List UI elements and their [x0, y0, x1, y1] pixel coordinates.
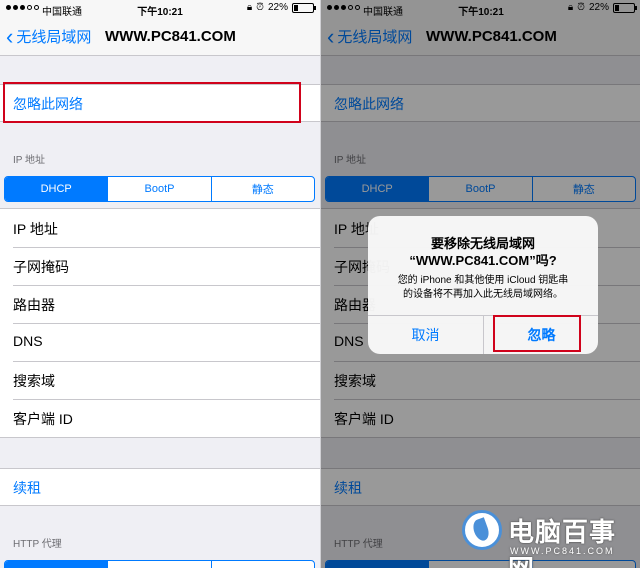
row-label-client-id: 客户端 ID [13, 411, 73, 427]
status-bar: 中国联通 下午10:21 🔒︎ ⏰︎ 22% [0, 0, 320, 18]
row-label-subnet-mask: 子网掩码 [13, 259, 69, 275]
renew-lease-button[interactable]: 续租 [13, 478, 41, 498]
navigation-bar: ‹ 无线局域网 WWW.PC841.COM [0, 18, 320, 56]
row-label-dns: DNS [13, 333, 43, 349]
watermark-url: WWW.PC841.COM [510, 546, 615, 556]
cancel-button[interactable]: 取消 [368, 315, 483, 354]
row-label-router: 路由器 [13, 297, 55, 313]
highlight-box [493, 315, 581, 352]
list-item: 子网掩码 [0, 247, 320, 285]
chevron-left-icon: ‹ [6, 23, 14, 49]
alert-message: 您的 iPhone 和其他使用 iCloud 钥匙串 [397, 275, 569, 286]
page-title: WWW.PC841.COM [105, 28, 236, 45]
back-label: 无线局域网 [16, 29, 92, 46]
row-label-search-domains: 搜索域 [13, 373, 55, 389]
http-proxy-segmented-control[interactable] [4, 560, 315, 568]
back-button[interactable]: ‹ 无线局域网 [6, 23, 92, 49]
ip-details-list: IP 地址 子网掩码 路由器 DNS 搜索域 客户端 ID [0, 208, 320, 438]
list-item: 客户端 ID [0, 399, 320, 437]
watermark: 电脑百事网 WWW.PC841.COM [462, 506, 634, 568]
tab-static[interactable]: 静态 [212, 177, 314, 201]
alert-title-network: “WWW.PC841.COM”吗? [409, 253, 557, 268]
battery-icon [292, 2, 316, 13]
renew-lease-cell[interactable]: 续租 [0, 468, 320, 506]
http-proxy-header: HTTP 代理 [13, 539, 62, 550]
list-item: IP 地址 [0, 209, 320, 247]
tab-bootp[interactable]: BootP [108, 177, 212, 201]
lock-rotation-icon: 🔒︎ [246, 2, 253, 13]
list-item: DNS [0, 323, 320, 361]
highlight-box [3, 82, 301, 123]
list-item: 搜索域 [0, 361, 320, 399]
ip-section-header: IP 地址 [13, 155, 46, 166]
tab-dhcp[interactable]: DHCP [5, 177, 109, 201]
watermark-text: 电脑百事网 [508, 517, 617, 568]
alarm-clock-icon: ⏰︎ [256, 2, 264, 13]
site-logo-icon [462, 510, 502, 550]
ip-mode-segmented-control[interactable]: DHCP BootP 静态 [4, 176, 315, 202]
alert-message-continued: 的设备将不再加入此无线局域网络。 [403, 289, 563, 300]
list-item: 路由器 [0, 285, 320, 323]
settings-screen-left: 中国联通 下午10:21 🔒︎ ⏰︎ 22% ‹ 无线局域网 WWW.PC841… [0, 0, 320, 568]
settings-screen-right: 中国联通 下午10:21 🔒︎ ⏰︎ 22% ‹ 无线局域网 WWW.PC841… [321, 0, 640, 568]
row-label-ip-address: IP 地址 [13, 221, 58, 237]
battery-percent: 22% [267, 2, 288, 13]
